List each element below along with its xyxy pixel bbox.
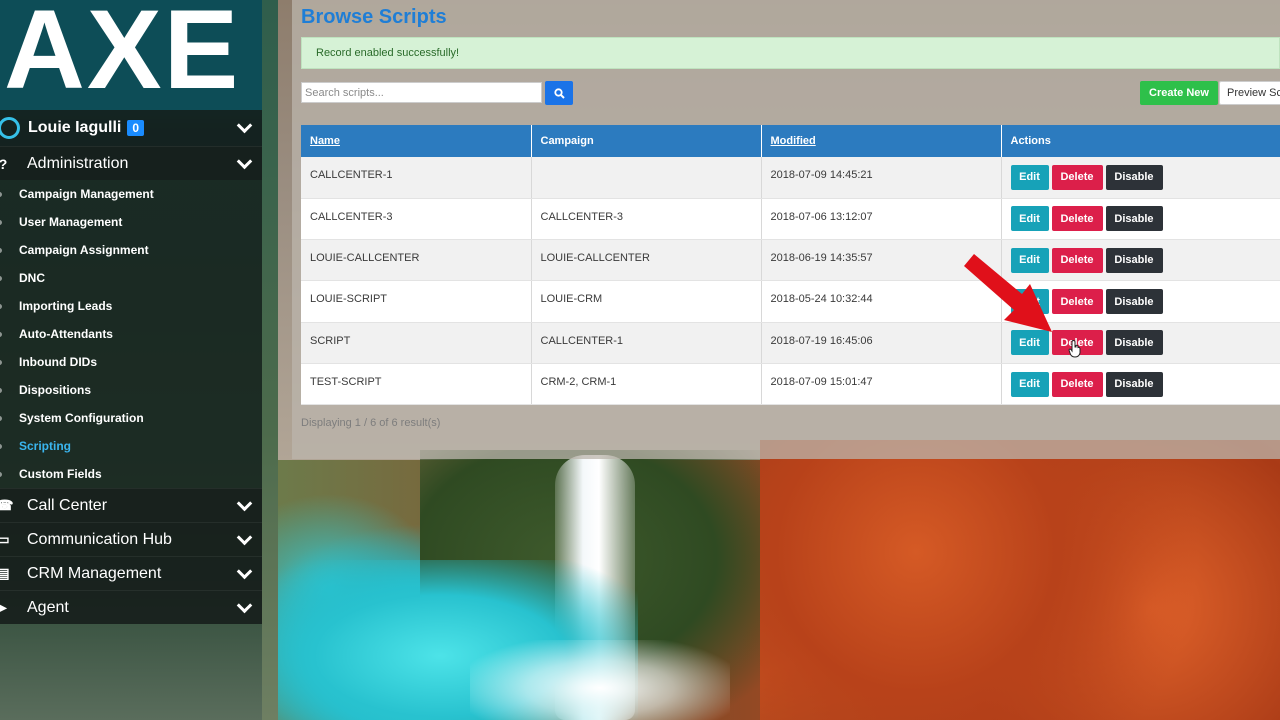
table-row: SCRIPT CALLCENTER-1 2018-07-19 16:45:06 Edi… [301,322,1280,364]
user-menu[interactable]: Louie Iagulli 0 [0,110,262,146]
sort-link-name[interactable]: Name [310,135,340,147]
sidebar: AXE Louie Iagulli 0 ? Administration Cam… [0,0,262,720]
cell-actions: EditDeleteDisable [1001,363,1280,406]
logo-text: AXE [4,0,241,112]
disable-button[interactable]: Disable [1105,164,1163,190]
user-name: Louie Iagulli [28,119,122,136]
administration-submenu: Campaign Management User Management Campai… [0,180,262,488]
sidebar-item-dnc[interactable]: DNC [0,264,262,292]
cell-name: LOUIE-SCRIPT [301,280,532,323]
chevron-down-icon [236,153,253,170]
sidebar-item-dispositions[interactable]: Dispositions [0,376,262,404]
sidebar-item-inbound-dids[interactable]: Inbound DIDs [0,348,262,376]
create-new-button[interactable]: Create New [1140,81,1218,105]
cell-name: CALLCENTER-3 [301,198,532,241]
nav-section-administration[interactable]: ? Administration [0,146,262,180]
sidebar-item-user-management[interactable]: User Management [0,208,262,236]
cell-actions: EditDeleteDisable [1001,198,1280,241]
chevron-down-icon [236,117,253,134]
search-button[interactable] [545,81,573,105]
cell-campaign: LOUIE-CALLCENTER [531,239,762,282]
user-icon [0,117,20,139]
column-header-modified[interactable]: Modified [761,125,1002,157]
chevron-down-icon [236,563,253,580]
delete-button[interactable]: Delete [1051,164,1103,190]
table-row: CALLCENTER-1 2018-07-09 14:45:21 Edit Delet… [301,157,1280,199]
main-panel: Browse Scripts Record enabled successful… [292,0,1280,459]
table-row: CALLCENTER-3 CALLCENTER-3 2018-07-06 13:12… [301,198,1280,241]
cell-name: LOUIE-CALLCENTER [301,239,532,282]
nav-section-agent[interactable]: ▸ Agent [0,590,262,624]
sort-link-modified[interactable]: Modified [771,135,816,147]
cell-campaign: CRM-2, CRM-1 [531,363,762,406]
alert-text: Record enabled successfully! [316,47,460,59]
disable-button[interactable]: Disable [1105,206,1163,232]
edit-button[interactable]: Edit [1010,371,1049,397]
sidebar-item-importing-leads[interactable]: Importing Leads [0,292,262,320]
sidebar-edge [262,0,278,720]
chevron-down-icon [236,495,253,512]
cell-modified: 2018-07-09 14:45:21 [761,157,1002,199]
column-header-campaign: Campaign [531,125,762,157]
cell-modified: 2018-07-06 13:12:07 [761,198,1002,241]
nav-section-label: Call Center [27,496,108,514]
table-row: LOUIE-CALLCENTER LOUIE-CALLCENTER 2018-06-… [301,239,1280,282]
column-header-actions: Actions [1001,125,1280,157]
phone-icon: ☎ [0,497,14,513]
sidebar-item-scripting[interactable]: Scripting [0,432,262,460]
disable-button[interactable]: Disable [1105,247,1163,273]
column-header-name[interactable]: Name [301,125,532,157]
nav-section-communication-hub[interactable]: ▭ Communication Hub [0,522,262,556]
notification-badge: 0 [127,120,145,136]
sidebar-item-custom-fields[interactable]: Custom Fields [0,460,262,488]
nav-section-call-center[interactable]: ☎ Call Center [0,488,262,522]
mouse-cursor-icon [1068,340,1081,358]
chevron-down-icon [236,597,253,614]
success-alert: Record enabled successfully! [301,37,1280,69]
preview-scripts-button[interactable]: Preview Sc [1219,81,1280,105]
disable-button[interactable]: Disable [1105,330,1163,356]
logo[interactable]: AXE [0,0,262,110]
cell-campaign: CALLCENTER-3 [531,198,762,241]
delete-button[interactable]: Delete [1051,371,1103,397]
nav-section-label: Administration [27,154,129,172]
cell-campaign: LOUIE-CRM [531,280,762,323]
page-title: Browse Scripts [301,6,447,28]
monitor-icon: ▭ [0,531,10,547]
disable-button[interactable]: Disable [1105,371,1163,397]
table-row: TEST-SCRIPT CRM-2, CRM-1 2018-07-09 15:01:… [301,363,1280,406]
cell-name: CALLCENTER-1 [301,157,532,199]
question-icon: ? [0,156,10,172]
nav-section-label: CRM Management [27,564,162,582]
nav-section-label: Communication Hub [27,530,172,548]
edit-button[interactable]: Edit [1010,206,1049,232]
agent-icon: ▸ [0,599,7,615]
edit-button[interactable]: Edit [1010,164,1049,190]
nav-section-crm-management[interactable]: ▤ CRM Management [0,556,262,590]
cell-modified: 2018-07-09 15:01:47 [761,363,1002,406]
nav-section-label: Agent [27,598,69,616]
sidebar-item-campaign-management[interactable]: Campaign Management [0,180,262,208]
disable-button[interactable]: Disable [1105,289,1163,315]
table-row: LOUIE-SCRIPT LOUIE-CRM 2018-05-24 10:32:44… [301,280,1280,323]
cell-campaign: CALLCENTER-1 [531,322,762,364]
delete-button[interactable]: Delete [1051,206,1103,232]
cell-name: SCRIPT [301,322,532,364]
results-count: Displaying 1 / 6 of 6 result(s) [301,417,441,429]
cell-name: TEST-SCRIPT [301,363,532,406]
sidebar-item-auto-attendants[interactable]: Auto-Attendants [0,320,262,348]
red-arrow-annotation [964,254,1052,332]
search-input[interactable] [301,82,542,103]
sidebar-item-system-configuration[interactable]: System Configuration [0,404,262,432]
scripts-table: Name Campaign Modified Actions CALLCENTE… [301,125,1280,406]
search-icon [553,87,565,99]
chevron-down-icon [236,529,253,546]
database-icon: ▤ [0,565,10,581]
cell-actions: EditDeleteDisable [1001,157,1280,199]
cell-campaign [531,157,762,199]
sidebar-item-campaign-assignment[interactable]: Campaign Assignment [0,236,262,264]
